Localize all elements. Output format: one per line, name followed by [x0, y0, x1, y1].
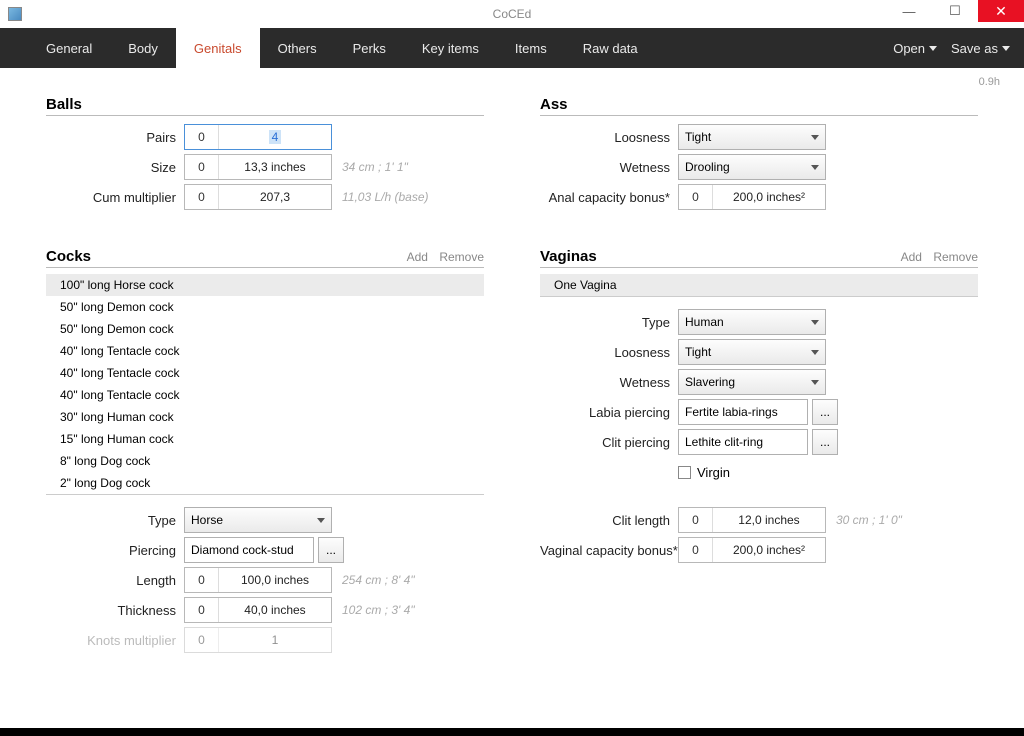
- chevron-down-icon: [317, 518, 325, 523]
- pairs-label: Pairs: [46, 130, 184, 145]
- list-item[interactable]: 15" long Human cock: [46, 428, 484, 450]
- virgin-checkbox[interactable]: [678, 466, 691, 479]
- labia-piercing-field[interactable]: Fertite labia-rings: [678, 399, 808, 425]
- tab-general[interactable]: General: [28, 28, 110, 68]
- chevron-down-icon: [929, 46, 937, 51]
- cum-hint: 11,03 L/h (base): [342, 190, 429, 204]
- vagina-type-label: Type: [540, 315, 678, 330]
- thickness-input[interactable]: 0 40,0 inches: [184, 597, 332, 623]
- minimize-button[interactable]: —: [886, 0, 932, 22]
- knots-label: Knots multiplier: [46, 633, 184, 648]
- app-icon: [8, 7, 22, 21]
- clit-piercing-field[interactable]: Lethite clit-ring: [678, 429, 808, 455]
- cum-input[interactable]: 0 207,3: [184, 184, 332, 210]
- cum-label: Cum multiplier: [46, 190, 184, 205]
- tab-perks[interactable]: Perks: [335, 28, 404, 68]
- clit-more-button[interactable]: ...: [812, 429, 838, 455]
- vaginas-list: One Vagina: [540, 274, 978, 297]
- tab-raw-data[interactable]: Raw data: [565, 28, 656, 68]
- size-hint: 34 cm ; 1' 1": [342, 160, 408, 174]
- piercing-field[interactable]: Diamond cock-stud: [184, 537, 314, 563]
- clit-length-hint: 30 cm ; 1' 0": [836, 513, 902, 527]
- list-item[interactable]: 40" long Tentacle cock: [46, 384, 484, 406]
- anal-capacity-input[interactable]: 0 200,0 inches²: [678, 184, 826, 210]
- ass-wetness-dropdown[interactable]: Drooling: [678, 154, 826, 180]
- list-item[interactable]: 40" long Tentacle cock: [46, 362, 484, 384]
- virgin-label: Virgin: [697, 465, 730, 480]
- ass-wetness-label: Wetness: [540, 160, 678, 175]
- ass-loosness-dropdown[interactable]: Tight: [678, 124, 826, 150]
- cocks-header: Cocks Add Remove: [46, 248, 484, 268]
- clit-length-label: Clit length: [540, 513, 678, 528]
- open-menu[interactable]: Open: [893, 41, 937, 56]
- version-label: 0.9h: [979, 76, 1000, 88]
- chevron-down-icon: [811, 165, 819, 170]
- length-label: Length: [46, 573, 184, 588]
- cocks-add-button[interactable]: Add: [407, 250, 428, 264]
- length-hint: 254 cm ; 8' 4": [342, 573, 415, 587]
- labia-piercing-label: Labia piercing: [540, 405, 678, 420]
- list-item[interactable]: One Vagina: [540, 274, 978, 296]
- length-input[interactable]: 0 100,0 inches: [184, 567, 332, 593]
- tab-others[interactable]: Others: [260, 28, 335, 68]
- vaginal-capacity-input[interactable]: 0 200,0 inches²: [678, 537, 826, 563]
- maximize-button[interactable]: ☐: [932, 0, 978, 22]
- titlebar: CoCEd — ☐ ✕: [0, 0, 1024, 28]
- vagina-loosness-dropdown[interactable]: Tight: [678, 339, 826, 365]
- ass-loosness-label: Loosness: [540, 130, 678, 145]
- thickness-label: Thickness: [46, 603, 184, 618]
- vagina-type-dropdown[interactable]: Human: [678, 309, 826, 335]
- vagina-loosness-label: Loosness: [540, 345, 678, 360]
- tab-body[interactable]: Body: [110, 28, 176, 68]
- vaginas-remove-button[interactable]: Remove: [933, 250, 978, 264]
- knots-input: 0 1: [184, 627, 332, 653]
- chevron-down-icon: [811, 320, 819, 325]
- list-item[interactable]: 30" long Human cock: [46, 406, 484, 428]
- chevron-down-icon: [811, 350, 819, 355]
- cocks-remove-button[interactable]: Remove: [439, 250, 484, 264]
- pairs-input[interactable]: 0 4: [184, 124, 332, 150]
- cock-type-dropdown[interactable]: Horse: [184, 507, 332, 533]
- list-item[interactable]: 40" long Tentacle cock: [46, 340, 484, 362]
- balls-header: Balls: [46, 96, 484, 116]
- menubar: General Body Genitals Others Perks Key i…: [0, 28, 1024, 68]
- piercing-label: Piercing: [46, 543, 184, 558]
- tab-key-items[interactable]: Key items: [404, 28, 497, 68]
- save-as-menu[interactable]: Save as: [951, 41, 1010, 56]
- cock-type-label: Type: [46, 513, 184, 528]
- vaginas-header: Vaginas Add Remove: [540, 248, 978, 268]
- tab-genitals[interactable]: Genitals: [176, 28, 260, 68]
- vagina-wetness-label: Wetness: [540, 375, 678, 390]
- clit-length-input[interactable]: 0 12,0 inches: [678, 507, 826, 533]
- list-item[interactable]: 50" long Demon cock: [46, 318, 484, 340]
- vaginas-add-button[interactable]: Add: [901, 250, 922, 264]
- ass-header: Ass: [540, 96, 978, 116]
- clit-piercing-label: Clit piercing: [540, 435, 678, 450]
- piercing-more-button[interactable]: ...: [318, 537, 344, 563]
- tab-items[interactable]: Items: [497, 28, 565, 68]
- chevron-down-icon: [811, 380, 819, 385]
- list-item[interactable]: 100" long Horse cock: [46, 274, 484, 296]
- size-label: Size: [46, 160, 184, 175]
- list-item[interactable]: 50" long Demon cock: [46, 296, 484, 318]
- list-item[interactable]: 8" long Dog cock: [46, 450, 484, 472]
- chevron-down-icon: [811, 135, 819, 140]
- list-item[interactable]: 2" long Dog cock: [46, 472, 484, 494]
- vaginal-capacity-label: Vaginal capacity bonus*: [540, 543, 678, 558]
- window-title: CoCEd: [0, 7, 1024, 21]
- thickness-hint: 102 cm ; 3' 4": [342, 603, 415, 617]
- size-input[interactable]: 0 13,3 inches: [184, 154, 332, 180]
- cocks-list: 100" long Horse cock 50" long Demon cock…: [46, 274, 484, 495]
- anal-capacity-label: Anal capacity bonus*: [540, 190, 678, 205]
- vagina-wetness-dropdown[interactable]: Slavering: [678, 369, 826, 395]
- chevron-down-icon: [1002, 46, 1010, 51]
- close-button[interactable]: ✕: [978, 0, 1024, 22]
- labia-more-button[interactable]: ...: [812, 399, 838, 425]
